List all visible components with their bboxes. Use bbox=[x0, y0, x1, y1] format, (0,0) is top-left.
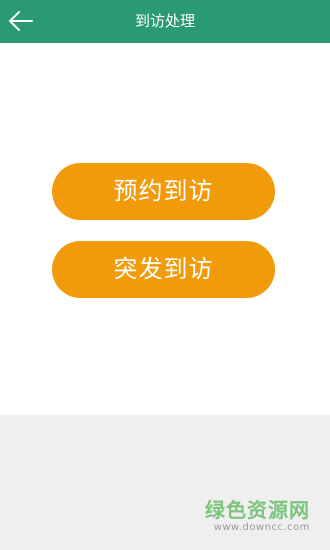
footer-area: 绿色资源网 www.downcc.com bbox=[0, 415, 330, 550]
scheduled-visit-button[interactable]: 预约到访 bbox=[52, 163, 275, 220]
app-header: 到访处理 bbox=[0, 0, 330, 43]
main-content: 预约到访 突发到访 bbox=[0, 43, 330, 415]
screen: 到访处理 预约到访 突发到访 绿色资源网 www.downcc.com bbox=[0, 0, 330, 550]
page-title: 到访处理 bbox=[134, 12, 195, 30]
watermark: 绿色资源网 www.downcc.com bbox=[205, 498, 310, 534]
sudden-visit-button[interactable]: 突发到访 bbox=[52, 241, 275, 298]
watermark-title: 绿色资源网 bbox=[205, 498, 310, 522]
watermark-url: www.downcc.com bbox=[213, 522, 310, 533]
